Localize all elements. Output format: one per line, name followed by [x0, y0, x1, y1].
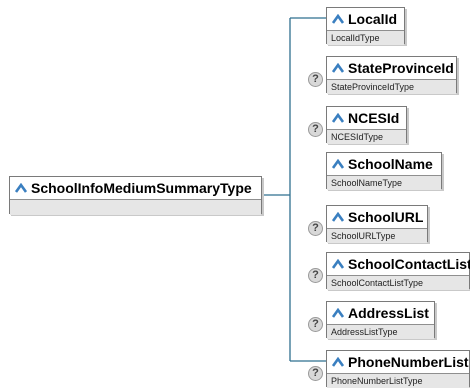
element-type: StateProvinceIdType: [327, 79, 456, 94]
element-type: LocalIdType: [327, 30, 404, 45]
question-mark-icon: ?: [308, 221, 323, 236]
element-name: LocalId: [348, 11, 398, 27]
element-box-schoolname[interactable]: SchoolName SchoolNameType: [326, 152, 442, 190]
element-name: StateProvinceId: [348, 60, 454, 76]
element-box-ncesid[interactable]: NCESId NCESIdType: [326, 106, 407, 144]
element-icon: [14, 177, 28, 199]
element-box-stateprovinceid[interactable]: StateProvinceId StateProvinceIdType: [326, 56, 457, 94]
element-box-localid[interactable]: LocalId LocalIdType: [326, 7, 405, 45]
root-type-subtype: [10, 199, 261, 215]
question-mark-icon: ?: [308, 317, 323, 332]
element-name: SchoolName: [348, 156, 433, 172]
element-type: PhoneNumberListType: [327, 373, 469, 388]
question-mark-icon: ?: [308, 72, 323, 87]
schema-diagram: SchoolInfoMediumSummaryType LocalId Local…: [0, 0, 470, 388]
element-name: PhoneNumberList: [348, 354, 469, 370]
element-type: SchoolURLType: [327, 228, 427, 243]
element-name: SchoolContactList: [348, 256, 470, 272]
root-type-box[interactable]: SchoolInfoMediumSummaryType: [9, 176, 262, 215]
element-icon: [331, 302, 345, 324]
element-icon: [331, 153, 345, 175]
element-name: SchoolURL: [348, 209, 424, 225]
element-icon: [331, 253, 345, 275]
question-mark-icon: ?: [308, 268, 323, 283]
element-icon: [331, 57, 345, 79]
element-icon: [331, 206, 345, 228]
element-type: NCESIdType: [327, 129, 406, 144]
root-type-name: SchoolInfoMediumSummaryType: [31, 180, 252, 196]
element-icon: [331, 351, 345, 373]
element-name: NCESId: [348, 110, 400, 126]
element-type: SchoolNameType: [327, 175, 441, 190]
element-box-schoolurl[interactable]: SchoolURL SchoolURLType: [326, 205, 428, 243]
element-type: AddressListType: [327, 324, 434, 339]
element-icon: [331, 8, 345, 30]
element-name: AddressList: [348, 305, 429, 321]
question-mark-icon: ?: [308, 366, 323, 381]
element-type: SchoolContactListType: [327, 275, 469, 290]
question-mark-icon: ?: [308, 122, 323, 137]
element-box-addresslist[interactable]: AddressList AddressListType: [326, 301, 435, 339]
element-box-schoolcontactlist[interactable]: SchoolContactList SchoolContactListType: [326, 252, 470, 290]
element-box-phonenumberlist[interactable]: PhoneNumberList PhoneNumberListType: [326, 350, 470, 388]
element-icon: [331, 107, 345, 129]
